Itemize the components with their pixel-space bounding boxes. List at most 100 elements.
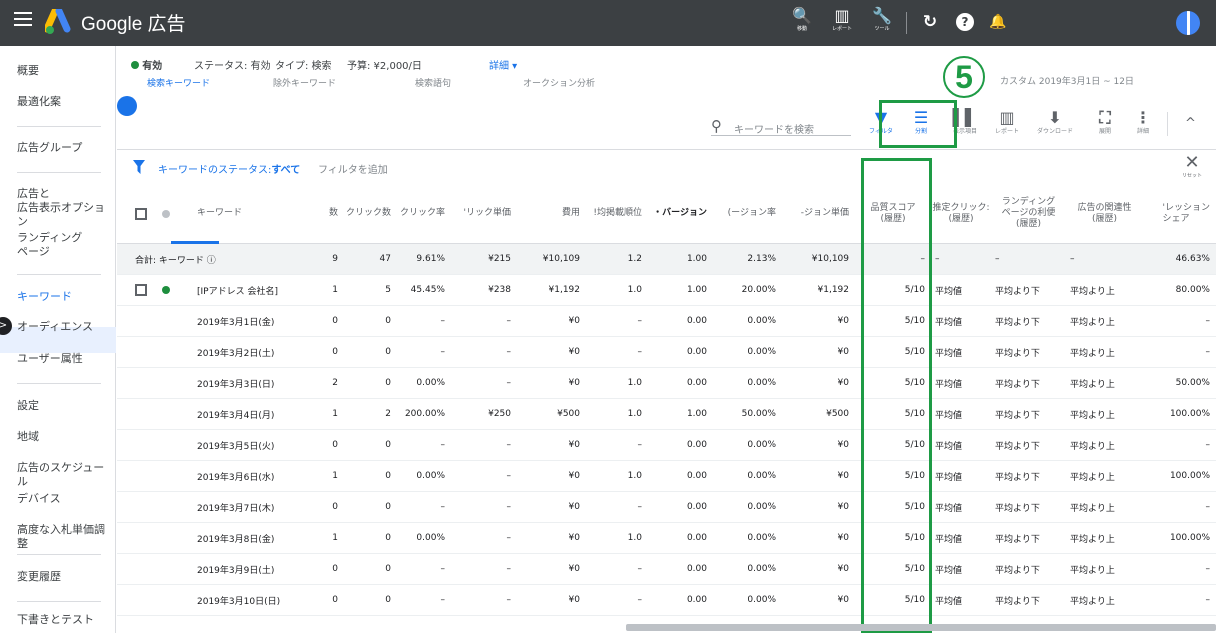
sidebar-item-overview[interactable]: 概要 <box>17 64 39 78</box>
quality-score-highlight-box <box>861 158 932 633</box>
column-header-conv-rate[interactable]: (ージョン率 <box>713 184 782 243</box>
sidebar-item-bid-adjustments[interactable]: 高度な入札単価調整 <box>17 523 115 551</box>
cell-keyword[interactable]: 2019年3月6日(水) <box>193 461 317 491</box>
add-filter-link[interactable]: フィルタを追加 <box>318 161 388 176</box>
cell-keyword[interactable]: [IPアドレス 会社名] <box>193 275 317 305</box>
table-row[interactable]: 2019年3月4日(月) 1 2 200.00% ¥250 ¥500 1.0 1.00 50.0… <box>117 399 1216 430</box>
cell-conv-rate: 0.00% <box>747 440 776 450</box>
tab-search-keywords[interactable]: 検索キーワード <box>147 76 210 88</box>
more-button[interactable]: ⋮ 詳細 <box>1121 108 1165 136</box>
collapse-toolbar-icon[interactable]: ^ <box>1185 116 1196 131</box>
cell-keyword[interactable]: 2019年3月8日(金) <box>193 523 317 553</box>
cell-landing-page-exp: 平均より下 <box>995 503 1040 514</box>
cell-avg-position: – <box>637 316 643 326</box>
keyword-search[interactable]: ⚲ キーワードを検索 <box>711 118 851 136</box>
search-input[interactable]: キーワードを検索 <box>734 121 814 136</box>
sidebar-item-locations[interactable]: 地域 <box>17 430 39 444</box>
cell-conv-rate: 0.00% <box>747 378 776 388</box>
table-row[interactable]: 2019年3月9日(土) 0 0– – ¥0–0.00 0.00% ¥0 5/10 平均値 平均よ… <box>117 554 1216 585</box>
sidebar-item-demographics[interactable]: ユーザー属性 <box>17 352 83 366</box>
sidebar-item-ad-schedule[interactable]: 広告のスケジュール <box>17 461 115 489</box>
cell-keyword[interactable]: 2019年3月3日(日) <box>193 368 317 398</box>
column-header-impressions[interactable]: 数 <box>317 184 344 243</box>
tab-search-terms[interactable]: 検索語句 <box>415 76 451 88</box>
tools-menu-button[interactable]: 🔧 ツール <box>863 7 901 33</box>
column-header-expected-ctr[interactable]: 推定クリック: (履歴) <box>931 184 991 243</box>
column-header-conversions[interactable]: ・バージョン <box>648 184 713 243</box>
cell-ad-relevance: 平均より上 <box>1070 317 1115 328</box>
sidebar-item-recommendations[interactable]: 最適化案 <box>17 95 61 109</box>
cell-impr-share: 100.00% <box>1169 409 1210 419</box>
goto-button[interactable]: 🔍 移動 <box>783 7 821 33</box>
help-icon[interactable]: ? <box>956 13 974 31</box>
account-avatar[interactable] <box>1176 11 1200 35</box>
column-header-cost-per-conv[interactable]: -ジョン単価 <box>782 184 855 243</box>
cell-ad-relevance: 平均より上 <box>1070 472 1115 483</box>
horizontal-scrollbar[interactable] <box>626 624 1216 631</box>
date-range-picker[interactable]: カスタム 2019年3月1日 ~ 12日 <box>1000 74 1134 87</box>
sidebar-item-drafts-experiments[interactable]: 下書きとテスト <box>17 613 94 627</box>
sidebar-item-audiences[interactable]: オーディエンス <box>17 320 93 334</box>
table-row[interactable]: 2019年3月6日(水) 1 0 0.00% – ¥0 1.0 0.00 0.00% ¥0 5/10… <box>117 461 1216 492</box>
cell-keyword: 合計: キーワード ⓘ <box>135 255 216 266</box>
sidebar-item-keywords[interactable]: キーワード <box>17 290 72 304</box>
column-header-cost[interactable]: 費用 <box>517 184 586 243</box>
table-row[interactable]: 2019年3月10日(日) 0 0– – ¥0–0.00 0.00% ¥0 5/10 平均値 平均… <box>117 585 1216 616</box>
reports-button[interactable]: ▥ レポート <box>985 108 1029 136</box>
reset-filter-button[interactable]: ✕ リセット <box>1177 154 1207 180</box>
table-row[interactable]: 2019年3月5日(火) 0 0– – ¥0–0.00 0.00% ¥0 5/10 平均値 平均よ… <box>117 430 1216 461</box>
cell-keyword[interactable]: 2019年3月2日(土) <box>193 337 317 367</box>
tab-auction-insights[interactable]: オークション分析 <box>523 76 595 88</box>
sidebar-item-ads-extensions[interactable]: 広告と 広告表示オプション <box>17 187 115 229</box>
sidebar-item-change-history[interactable]: 変更履歴 <box>17 570 61 584</box>
cell-conversions: 0.00 <box>686 440 707 450</box>
cell-clicks: 0 <box>385 564 391 574</box>
sidebar-item-settings[interactable]: 設定 <box>17 399 39 413</box>
notifications-bell-icon[interactable]: 🔔 <box>988 12 1008 32</box>
refresh-icon[interactable]: ↻ <box>920 12 940 32</box>
column-header-clicks[interactable]: クリック数 <box>344 184 397 243</box>
total-row[interactable]: 合計: キーワード ⓘ 9 47 9.61% ¥215 ¥10,109 1.2 1.00 2.1… <box>117 244 1216 275</box>
cell-impressions: 0 <box>332 595 338 605</box>
keyword-status-filter[interactable]: キーワードのステータス:すべて <box>158 161 300 176</box>
search-icon: ⚲ <box>711 117 722 135</box>
table-row[interactable]: 2019年3月2日(土) 0 0– – ¥0–0.00 0.00% ¥0 5/10 平均値 平均よ… <box>117 337 1216 368</box>
column-header-ctr[interactable]: クリック率 <box>397 184 451 243</box>
sidebar-item-ad-groups[interactable]: 広告グループ <box>17 141 82 155</box>
cell-keyword[interactable]: 2019年3月5日(火) <box>193 430 317 460</box>
column-header-ad-relevance[interactable]: 広告の関連性 (履歴) <box>1066 184 1143 243</box>
column-header-impr-share[interactable]: 'レッション シェア <box>1143 184 1216 243</box>
column-header-avg-cpc[interactable]: 'リック単価 <box>451 184 517 243</box>
cell-impressions: 1 <box>332 471 338 481</box>
table-row[interactable]: 2019年3月1日(金) 0 0– – ¥0–0.00 0.00% ¥0 5/10 平均値 平均よ… <box>117 306 1216 337</box>
column-header-avg-position[interactable]: !均掲載順位 <box>586 184 648 243</box>
cell-avg-cpc: – <box>506 471 512 481</box>
cell-impr-share: – <box>1205 347 1211 357</box>
download-button[interactable]: ⬇ ダウンロード <box>1033 108 1077 136</box>
add-keyword-fab[interactable] <box>117 96 137 116</box>
reports-menu-button[interactable]: ▥ レポート <box>823 7 861 33</box>
table-row[interactable]: [IPアドレス 会社名] 1 5 45.45% ¥238 ¥1,192 1.0 1.00 20.… <box>117 275 1216 306</box>
select-all-checkbox[interactable] <box>135 208 147 220</box>
more-vert-icon: ⋮ <box>1135 108 1151 127</box>
cell-conversions: 0.00 <box>686 502 707 512</box>
hamburger-menu-icon[interactable] <box>14 12 32 26</box>
cell-keyword[interactable]: 2019年3月4日(月) <box>193 399 317 429</box>
cell-keyword[interactable]: 2019年3月1日(金) <box>193 306 317 336</box>
table-row[interactable]: 2019年3月3日(日) 2 0 0.00% – ¥0 1.0 0.00 0.00% ¥0 5/10… <box>117 368 1216 399</box>
cell-conv-rate: 0.00% <box>747 502 776 512</box>
row-checkbox[interactable] <box>135 284 147 296</box>
cell-impressions: 0 <box>332 502 338 512</box>
table-row[interactable]: 2019年3月8日(金) 1 0 0.00% – ¥0 1.0 0.00 0.00% ¥0 5/10… <box>117 523 1216 554</box>
column-header-landing-page-exp[interactable]: ランディング ページの利便 (履歴) <box>991 184 1066 243</box>
sidebar-item-devices[interactable]: デバイス <box>17 492 61 506</box>
table-row[interactable]: 2019年3月7日(木) 0 0– – ¥0–0.00 0.00% ¥0 5/10 平均値 平均よ… <box>117 492 1216 523</box>
cell-keyword[interactable]: 2019年3月7日(木) <box>193 492 317 522</box>
cell-keyword[interactable]: 2019年3月9日(土) <box>193 554 317 584</box>
cell-conversions: 1.00 <box>686 254 707 264</box>
details-dropdown[interactable]: 詳細 ▾ <box>489 57 517 72</box>
cell-keyword[interactable]: 2019年3月10日(日) <box>193 585 317 615</box>
column-header-keyword[interactable]: キーワード <box>193 184 317 243</box>
sidebar-item-landing-pages[interactable]: ランディング ページ <box>17 231 82 259</box>
tab-negative-keywords[interactable]: 除外キーワード <box>273 76 336 88</box>
